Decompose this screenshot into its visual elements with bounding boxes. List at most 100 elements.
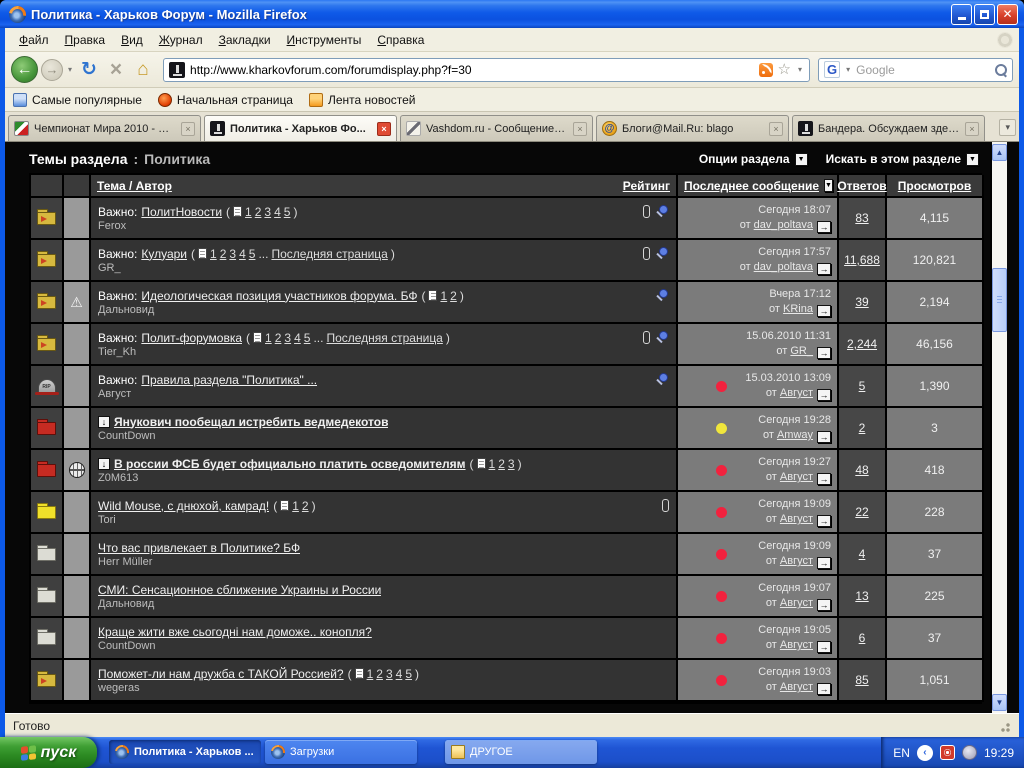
close-button[interactable]: ✕	[997, 3, 1018, 25]
tab-close-icon[interactable]	[573, 121, 587, 136]
topic-link[interactable]: Полит-форумовка	[141, 331, 242, 345]
page-link[interactable]: 1	[245, 205, 252, 219]
menu-item[interactable]: Файл	[11, 30, 57, 50]
unread-arrow-icon[interactable]	[98, 415, 110, 428]
resize-grip[interactable]	[997, 718, 1011, 733]
replies-count[interactable]: 4	[859, 547, 866, 561]
topic-link[interactable]: Правила раздела "Политика" ...	[141, 373, 317, 387]
tab-close-icon[interactable]	[377, 121, 391, 136]
page-link[interactable]: 5	[405, 667, 412, 681]
replies-count[interactable]: 13	[855, 589, 868, 603]
browser-tab[interactable]: Бандера. Обсуждаем здес...	[792, 115, 985, 141]
bookmark-item[interactable]: Начальная страница	[157, 92, 293, 107]
page-link[interactable]: 1	[265, 331, 272, 345]
scrollbar-thumb[interactable]	[992, 268, 1007, 332]
goto-last-post-icon[interactable]	[817, 221, 831, 233]
topic-link[interactable]: ПолитНовости	[141, 205, 222, 219]
menu-item[interactable]: Инструменты	[279, 30, 370, 50]
scroll-up-icon[interactable]: ▲	[992, 144, 1007, 161]
goto-last-post-icon[interactable]	[817, 263, 831, 275]
column-last-post[interactable]: Последнее сообщение	[684, 179, 819, 193]
replies-count[interactable]: 2,244	[847, 337, 877, 351]
topic-link[interactable]: Поможет-ли нам дружба с ТАКОЙ Россией?	[98, 667, 344, 681]
replies-count[interactable]: 5	[859, 379, 866, 393]
search-input[interactable]: G ▾ Google	[818, 57, 1013, 82]
section-search-button[interactable]: Искать в этом разделе	[826, 152, 979, 166]
bookmark-item[interactable]: Лента новостей	[308, 92, 415, 107]
search-engine-icon[interactable]: G	[824, 61, 841, 78]
browser-tab[interactable]: Vashdom.ru - Сообщение в...	[400, 115, 593, 141]
goto-last-post-icon[interactable]	[817, 347, 831, 359]
replies-count[interactable]: 83	[855, 211, 868, 225]
page-link[interactable]: 2	[302, 499, 309, 513]
tab-close-icon[interactable]	[181, 121, 195, 136]
replies-count[interactable]: 22	[855, 505, 868, 519]
column-replies[interactable]: Ответов	[837, 179, 886, 193]
topic-link[interactable]: Янукович пообещал истребить ведмедекотов	[114, 415, 388, 429]
taskbar-button[interactable]: Политика - Харьков ...	[109, 740, 261, 764]
tray-collapse-icon[interactable]: ‹	[916, 744, 933, 761]
forward-button[interactable]: →	[41, 58, 63, 81]
language-indicator[interactable]: EN	[893, 746, 910, 760]
page-link[interactable]: 4	[274, 205, 281, 219]
page-link[interactable]: 1	[440, 289, 447, 303]
last-post-user[interactable]: dav_poltava	[754, 261, 813, 273]
replies-count[interactable]: 6	[859, 631, 866, 645]
sort-order-icon[interactable]	[824, 179, 833, 192]
replies-count[interactable]: 48	[855, 463, 868, 477]
last-post-user[interactable]: GR_	[790, 345, 813, 357]
last-post-user[interactable]: Август	[780, 639, 813, 651]
taskbar-button[interactable]: Загрузки	[265, 740, 417, 764]
search-icon[interactable]	[994, 63, 1007, 76]
menu-item[interactable]: Вид	[113, 30, 151, 50]
maximize-button[interactable]	[974, 3, 995, 25]
page-link[interactable]: 4	[239, 247, 246, 261]
topic-link[interactable]: Что вас привлекает в Политике? БФ	[98, 541, 300, 555]
search-engine-dropdown-icon[interactable]: ▾	[844, 65, 852, 74]
reload-button[interactable]: ↻	[77, 58, 101, 81]
menu-item[interactable]: Закладки	[211, 30, 279, 50]
url-text[interactable]: http://www.kharkovforum.com/forumdisplay…	[190, 63, 754, 77]
page-link[interactable]: 3	[229, 247, 236, 261]
column-topic-author[interactable]: Тема / Автор	[97, 179, 172, 193]
replies-count[interactable]: 39	[855, 295, 868, 309]
page-link[interactable]: 3	[386, 667, 393, 681]
page-link[interactable]: 4	[396, 667, 403, 681]
topic-link[interactable]: Wild Mouse, с днюхой, камрад!	[98, 499, 269, 513]
last-post-user[interactable]: Август	[780, 471, 813, 483]
last-post-user[interactable]: Август	[780, 513, 813, 525]
last-post-user[interactable]: Август	[780, 555, 813, 567]
scroll-down-icon[interactable]: ▼	[992, 694, 1007, 711]
last-page-link[interactable]: Последняя страница	[326, 331, 442, 345]
page-link[interactable]: 1	[292, 499, 299, 513]
last-post-user[interactable]: dav_poltava	[754, 219, 813, 231]
replies-count[interactable]: 11,688	[844, 253, 880, 267]
column-views[interactable]: Просмотров	[898, 179, 971, 193]
history-dropdown-icon[interactable]: ▾	[66, 65, 74, 74]
goto-last-post-icon[interactable]	[817, 641, 831, 653]
page-link[interactable]: 2	[450, 289, 457, 303]
start-button[interactable]: пуск	[0, 737, 97, 768]
page-link[interactable]: 1	[489, 457, 496, 471]
back-button[interactable]: ←	[11, 56, 38, 83]
goto-last-post-icon[interactable]	[817, 515, 831, 527]
url-dropdown-icon[interactable]: ▾	[796, 65, 804, 74]
page-link[interactable]: 4	[294, 331, 301, 345]
last-post-user[interactable]: Amway	[777, 429, 813, 441]
goto-last-post-icon[interactable]	[817, 473, 831, 485]
unread-arrow-icon[interactable]	[98, 457, 110, 470]
home-button[interactable]: ⌂	[131, 59, 155, 81]
page-link[interactable]: 3	[284, 331, 291, 345]
vertical-scrollbar[interactable]: ▲ ▼	[990, 142, 1007, 713]
page-link[interactable]: 5	[304, 331, 311, 345]
topic-link[interactable]: Кулуари	[141, 247, 187, 261]
goto-last-post-icon[interactable]	[817, 683, 831, 695]
topic-link[interactable]: Идеологическая позиция участников форума…	[141, 289, 417, 303]
column-rating[interactable]: Рейтинг	[623, 179, 670, 193]
menu-item[interactable]: Правка	[57, 30, 114, 50]
tray-record-icon[interactable]	[939, 745, 955, 760]
taskbar-button[interactable]: ДРУГОЕ	[445, 740, 597, 764]
menu-item[interactable]: Журнал	[151, 30, 211, 50]
rss-icon[interactable]	[758, 62, 773, 77]
page-link[interactable]: 3	[264, 205, 271, 219]
